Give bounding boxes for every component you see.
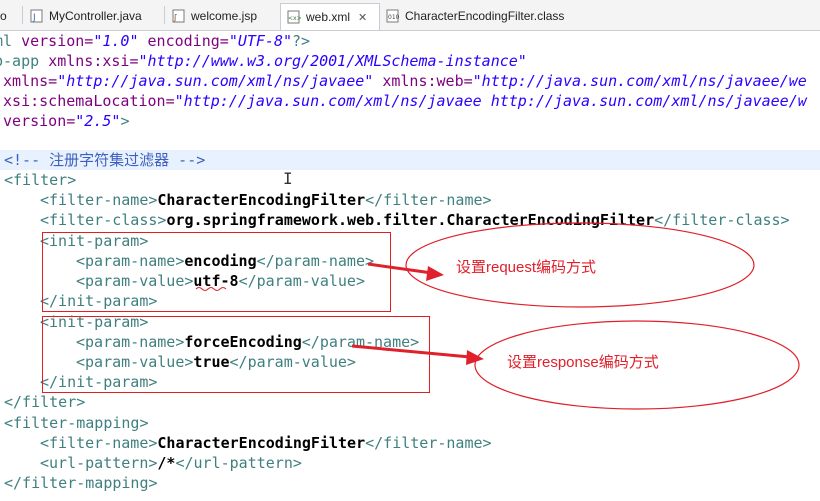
code-line-1: ml version="1.0" encoding="UTF-8"?> [0, 32, 311, 50]
java-file-icon: J [30, 9, 44, 23]
svg-text:<x>: <x> [288, 15, 301, 22]
code-filter-mapping-close: </filter-mapping> [4, 474, 158, 492]
code-line-5: version="2.5"> [0, 112, 130, 130]
annotation-request-label: 设置request编码方式 [456, 259, 597, 276]
tab-label: MyController.java [49, 9, 142, 23]
svg-text:J: J [32, 13, 36, 23]
jsp-file-icon: ʃ [172, 9, 186, 23]
code-filter-open: <filter> [4, 171, 77, 189]
svg-text:ʃ: ʃ [173, 13, 177, 22]
tab-label: o [0, 9, 7, 23]
annotation-box-force-encoding [42, 316, 430, 393]
code-line-2: b-app xmlns:xsi="http://www.w3.org/2001/… [0, 52, 527, 70]
code-filter-close: </filter> [4, 393, 86, 411]
tab-label: CharacterEncodingFilter.class [405, 9, 565, 23]
text-cursor-icon: I [283, 169, 293, 188]
tab-partial[interactable]: o [0, 4, 7, 28]
code-line-4: xsi:schemaLocation="http://java.sun.com/… [0, 92, 807, 110]
close-icon[interactable]: ✕ [358, 11, 367, 24]
tab-web-xml[interactable]: <x> web.xml ✕ [280, 3, 380, 30]
code-filter-name: <filter-name>CharacterEncodingFilter</fi… [40, 191, 492, 209]
annotation-box-encoding [42, 232, 391, 312]
tab-divider [22, 6, 23, 24]
tab-welcome-jsp[interactable]: ʃ welcome.jsp [172, 4, 257, 28]
svg-text:010: 010 [388, 14, 400, 21]
tab-label: welcome.jsp [191, 9, 258, 23]
editor-tab-bar: o J MyController.java ʃ welcome.jsp <x> … [0, 0, 820, 31]
code-mapping-filter-name: <filter-name>CharacterEncodingFilter</fi… [40, 434, 492, 452]
code-filter-mapping-open: <filter-mapping> [4, 414, 149, 432]
code-filter-class: <filter-class>org.springframework.web.fi… [40, 211, 790, 229]
xml-file-icon: <x> [287, 10, 302, 24]
code-line-3: xmlns="http://java.sun.com/xml/ns/javaee… [0, 72, 807, 90]
tab-divider [164, 6, 165, 24]
annotation-response-label: 设置response编码方式 [507, 354, 659, 371]
xml-comment: <!-- 注册字符集过滤器 --> [4, 151, 206, 169]
tab-characterencodingfilter-class[interactable]: 010 CharacterEncodingFilter.class [386, 4, 564, 28]
code-url-pattern: <url-pattern>/*</url-pattern> [40, 454, 302, 472]
tab-label: web.xml [306, 10, 351, 24]
tab-mycontroller[interactable]: J MyController.java [30, 4, 142, 28]
class-file-icon: 010 [386, 9, 400, 23]
